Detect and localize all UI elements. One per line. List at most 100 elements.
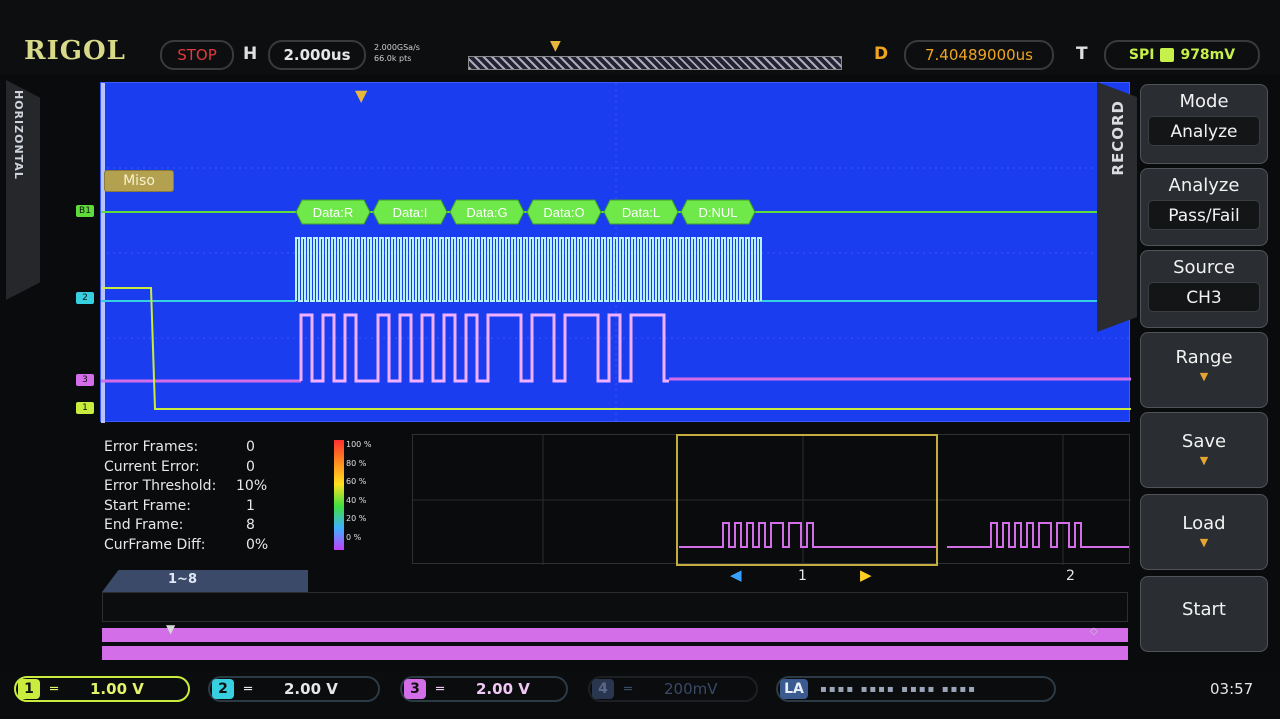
memory-overview-bar <box>468 56 842 70</box>
horizontal-tab[interactable]: HORIZONTAL <box>6 80 40 300</box>
analyze-menu-button[interactable]: Analyze Pass/Fail <box>1140 168 1268 246</box>
dc-coupling-icon: ═ <box>436 681 444 697</box>
bus-marker[interactable]: B1 <box>76 205 94 217</box>
prev-frame-icon[interactable]: ◀ <box>730 566 742 584</box>
analyze-value: Pass/Fail <box>1148 200 1260 230</box>
analyze-title: Analyze <box>1168 175 1240 196</box>
ch1-marker[interactable]: 1 <box>76 402 94 414</box>
trigger-readout[interactable]: SPI 978mV <box>1104 40 1260 70</box>
waveform-area[interactable]: Data:R Data:I Data:G Data:O Data:L D:NUL <box>100 82 1131 423</box>
stat-value: 0 <box>246 439 255 455</box>
chevron-down-icon: ▼ <box>1199 370 1209 383</box>
error-color-scale <box>334 440 344 550</box>
decode-frame: Data:L <box>603 199 679 225</box>
scale-label: 40 % <box>346 495 367 505</box>
stat-row: Error Threshold: 10% <box>104 477 304 497</box>
source-menu-button[interactable]: Source CH3 <box>1140 250 1268 328</box>
trigger-level: 978mV <box>1180 47 1236 63</box>
frame-range-rail[interactable] <box>102 592 1128 622</box>
start-label: Start <box>1182 599 1226 620</box>
stat-label: CurFrame Diff: <box>104 536 206 553</box>
ch3-number: 3 <box>404 679 426 699</box>
system-clock: 03:57 <box>1210 680 1254 698</box>
scale-label: 100 % <box>346 440 372 449</box>
trigger-position-icon: ▼ <box>550 38 561 54</box>
stat-label: Start Frame: <box>104 497 191 514</box>
dc-coupling-icon: ═ <box>50 681 58 697</box>
range-menu-button[interactable]: Range ▼ <box>1140 332 1268 408</box>
mode-value: Analyze <box>1148 116 1260 146</box>
horizontal-tab-label: HORIZONTAL <box>12 90 25 180</box>
ch1-status[interactable]: 1 ═ 1.00 V <box>14 676 190 702</box>
color-scale-labels: 100 % 80 % 60 % 40 % 20 % 0 % <box>346 436 371 547</box>
mode-title: Mode <box>1179 91 1229 112</box>
ch2-scale: 2.00 V <box>284 680 338 698</box>
ch3-marker[interactable]: 3 <box>76 374 94 386</box>
sample-info: 2.000GSa/s 66.0k pts <box>374 42 420 64</box>
save-menu-button[interactable]: Save ▼ <box>1140 412 1268 488</box>
timeline-end-icon: ◇ <box>1090 626 1098 637</box>
decode-frame-label: Data:R <box>313 205 353 220</box>
ch4-scale: 200mV <box>664 680 718 698</box>
la-label: LA <box>780 679 808 699</box>
ch3-status[interactable]: 3 ═ 2.00 V <box>400 676 568 702</box>
source-title: Source <box>1173 257 1235 278</box>
record-timeline-bar[interactable] <box>102 646 1128 660</box>
trigger-marker-icon[interactable]: ▼ <box>355 86 367 105</box>
brand-logo: RIGOL <box>24 36 126 66</box>
range-label: Range <box>1175 347 1233 368</box>
mode-menu-button[interactable]: Mode Analyze <box>1140 84 1268 164</box>
ch1-scale: 1.00 V <box>90 680 144 698</box>
run-stop-status[interactable]: STOP <box>160 40 234 70</box>
la-status[interactable]: LA ▪▪▪▪ ▪▪▪▪ ▪▪▪▪ ▪▪▪▪ <box>776 676 1056 702</box>
frame-range-tab[interactable] <box>102 570 308 592</box>
source-value: CH3 <box>1148 282 1260 312</box>
decode-frame-label: Data:L <box>622 205 660 220</box>
la-channel-dots: ▪▪▪▪ ▪▪▪▪ ▪▪▪▪ ▪▪▪▪ <box>820 683 977 695</box>
stat-label: Error Frames: <box>104 439 199 455</box>
record-tab-label: RECORD <box>1109 100 1127 176</box>
timeline-marker-icon[interactable]: ▼ <box>166 622 175 636</box>
record-tab[interactable]: RECORD <box>1097 82 1137 332</box>
trigger-type: SPI <box>1128 47 1155 63</box>
ch1-number: 1 <box>18 679 40 699</box>
decode-frame: Data:O <box>526 199 602 225</box>
save-label: Save <box>1181 431 1227 452</box>
trigger-source-icon <box>1160 48 1175 62</box>
record-timeline-bar[interactable] <box>102 628 1128 642</box>
ch3-scale: 2.00 V <box>476 680 530 698</box>
stat-value: 1 <box>246 497 255 514</box>
load-menu-button[interactable]: Load ▼ <box>1140 494 1268 570</box>
stat-value: 10% <box>236 478 268 494</box>
waveform-traces: Data:R Data:I Data:G Data:O Data:L D:NUL <box>101 83 1131 423</box>
scale-label: 20 % <box>346 514 367 523</box>
delay-label: D <box>874 44 889 64</box>
stat-row: Start Frame: 1 <box>104 497 304 517</box>
selected-frame-box[interactable] <box>676 434 938 566</box>
stat-row: End Frame: 8 <box>104 516 304 536</box>
decode-frame: Data:I <box>372 199 448 225</box>
ch2-number: 2 <box>212 679 234 699</box>
ch4-status[interactable]: 4 ═ 200mV <box>588 676 758 702</box>
stat-label: End Frame: <box>104 517 184 533</box>
stat-row: Current Error: 0 <box>104 458 304 478</box>
ch2-status[interactable]: 2 ═ 2.00 V <box>208 676 380 702</box>
ch2-marker[interactable]: 2 <box>76 292 94 304</box>
decode-frame-label: Data:I <box>393 205 428 220</box>
next-frame-icon[interactable]: ▶ <box>860 566 872 584</box>
decode-frame: D:NUL <box>680 199 756 225</box>
start-menu-button[interactable]: Start <box>1140 576 1268 652</box>
oscilloscope-screen: RIGOL STOP H 2.000us 2.000GSa/s 66.0k pt… <box>0 0 1280 719</box>
chevron-down-icon: ▼ <box>1199 536 1209 549</box>
stat-row: CurFrame Diff: 0% <box>104 536 304 556</box>
scale-label: 80 % <box>346 458 367 468</box>
scale-label: 0 % <box>346 532 362 542</box>
stat-label: Current Error: <box>104 458 200 475</box>
frame-number: 1 <box>798 568 807 584</box>
timebase-readout[interactable]: 2.000us <box>268 40 366 70</box>
trigger-label: T <box>1076 44 1088 64</box>
dc-coupling-icon: ═ <box>624 681 632 697</box>
stat-value: 0 <box>246 458 255 475</box>
delay-readout[interactable]: 7.40489000us <box>904 40 1054 70</box>
stat-value: 0% <box>246 536 269 553</box>
